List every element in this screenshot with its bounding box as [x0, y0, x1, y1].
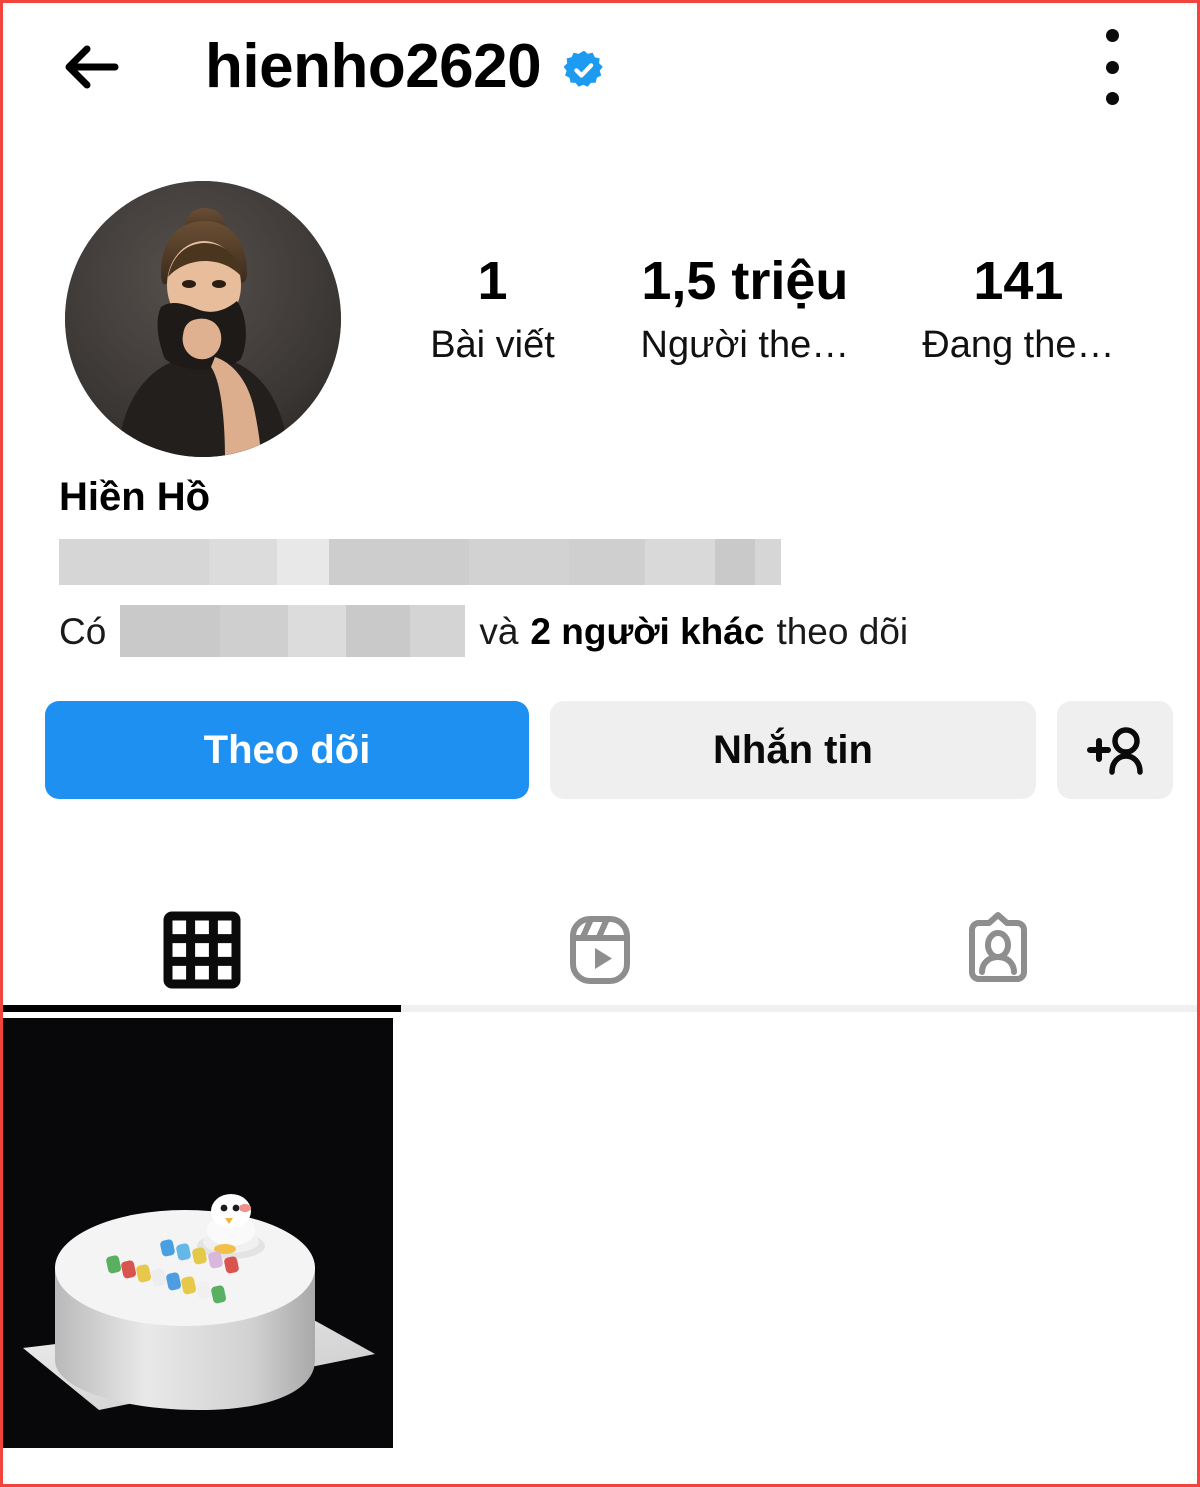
stat-followers-value: 1,5 triệu — [641, 251, 849, 311]
menu-dot — [1105, 29, 1119, 42]
grid-icon — [163, 911, 241, 989]
message-button[interactable]: Nhắn tin — [550, 701, 1036, 799]
followed-by-middle: và — [479, 610, 519, 652]
followed-by-prefix: Có — [59, 610, 107, 652]
app-header: hienho2620 — [3, 3, 1197, 131]
tagged-icon — [969, 912, 1027, 982]
active-tab-indicator — [3, 1005, 1197, 1012]
tab-indicator-grid — [3, 1005, 401, 1012]
profile-actions: Theo dõi Nhắn tin — [3, 657, 1197, 799]
bio-redacted-block — [59, 539, 781, 585]
followed-by-suffix: theo dõi — [776, 610, 909, 652]
instagram-profile-screen: hienho2620 1 Bài viết 1,5 triệu Người th… — [0, 0, 1200, 1487]
tab-indicator-reels — [401, 1005, 799, 1012]
stat-followers-label: Người the… — [640, 323, 850, 366]
username-label: hienho2620 — [205, 32, 542, 101]
profile-identity: Hiền Hồ Có và 2 người khác theo dõi — [3, 457, 1197, 657]
profile-title: hienho2620 — [205, 36, 605, 98]
menu-dot — [1105, 60, 1119, 74]
tab-indicator-tagged — [799, 1005, 1197, 1012]
follow-button[interactable]: Theo dõi — [45, 701, 529, 799]
followed-by-count: 2 người khác — [530, 610, 765, 652]
verified-badge-icon — [563, 50, 603, 87]
stat-followers[interactable]: 1,5 triệu Người the… — [641, 253, 850, 367]
full-name-label: Hiền Hồ — [59, 475, 211, 519]
overflow-menu-icon[interactable] — [1089, 29, 1135, 105]
profile-tabs — [3, 895, 1197, 1005]
stat-posts[interactable]: 1 Bài viết — [418, 253, 568, 367]
stat-posts-value: 1 — [477, 251, 508, 311]
stat-following[interactable]: 141 Đang the… — [922, 253, 1114, 367]
add-person-icon — [1087, 727, 1143, 775]
tab-tagged[interactable] — [799, 910, 1197, 990]
avatar[interactable] — [65, 181, 341, 457]
profile-summary: 1 Bài viết 1,5 triệu Người the… 141 Đang… — [3, 131, 1197, 457]
followed-by-redacted-names — [120, 605, 466, 657]
tab-grid[interactable] — [3, 911, 401, 989]
profile-stats: 1 Bài viết 1,5 triệu Người the… 141 Đang… — [381, 181, 1151, 367]
stat-following-label: Đang the… — [922, 323, 1115, 366]
tab-reels[interactable] — [401, 910, 799, 990]
post-thumbnail[interactable] — [3, 1018, 393, 1448]
back-arrow-icon[interactable] — [55, 31, 127, 103]
stat-posts-label: Bài viết — [430, 323, 555, 366]
stat-following-value: 141 — [973, 251, 1064, 311]
followed-by-row[interactable]: Có và 2 người khác theo dõi — [59, 605, 1151, 657]
menu-dot — [1105, 92, 1119, 105]
reels-icon — [570, 916, 630, 984]
add-person-button[interactable] — [1057, 701, 1173, 799]
post-grid — [3, 1018, 1197, 1448]
